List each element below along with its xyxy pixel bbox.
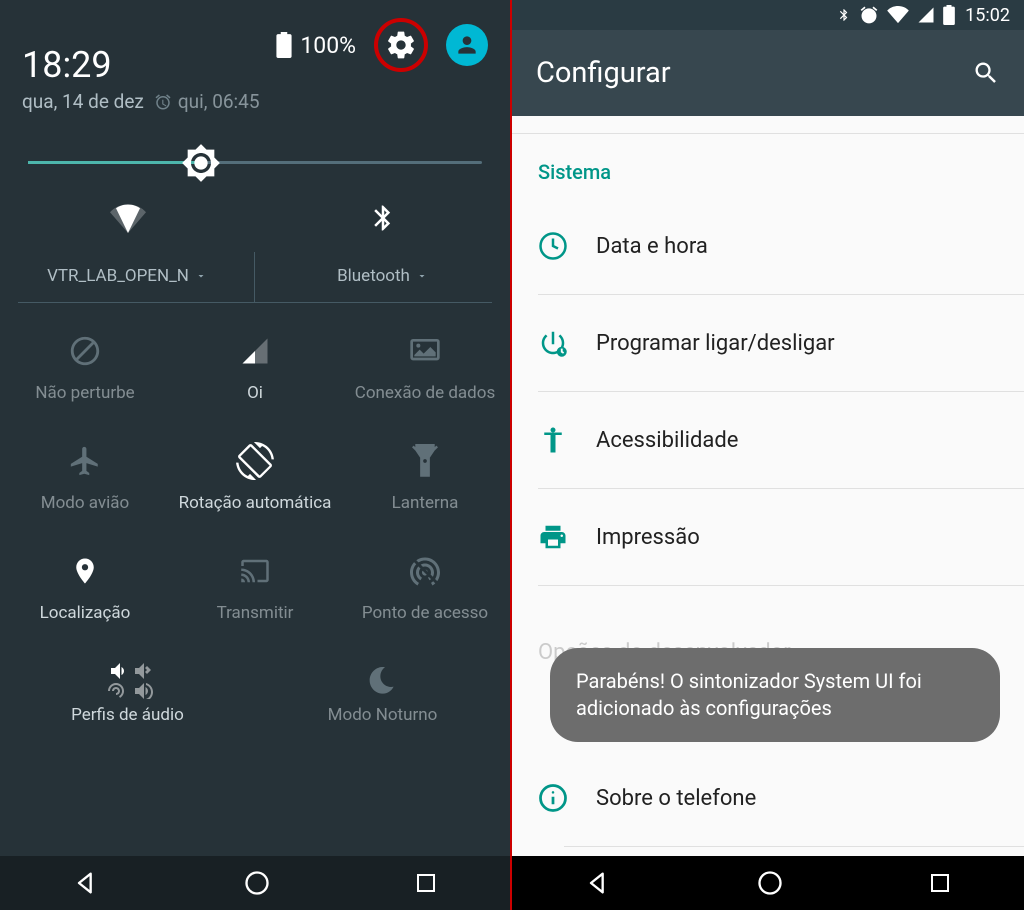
qs-header: 100% 18:29 qua, 14 de dez qui, 06:45 (0, 0, 510, 121)
brightness-icon (181, 143, 221, 183)
section-header-system: Sistema (512, 134, 1024, 198)
bluetooth-status-icon (837, 5, 851, 25)
home-button[interactable] (756, 869, 784, 897)
signal-tile[interactable]: Oi (170, 303, 340, 413)
signal-status-icon (917, 6, 935, 24)
data-label: Conexão de dados (355, 383, 495, 403)
brightness-slider[interactable] (0, 121, 510, 174)
back-button[interactable] (584, 869, 612, 897)
dnd-label: Não perturbe (35, 383, 134, 403)
back-button[interactable] (72, 869, 100, 897)
signal-icon (240, 336, 270, 366)
signal-label: Oi (247, 383, 263, 403)
search-button[interactable] (972, 59, 1000, 87)
bluetooth-dropdown[interactable]: Bluetooth (255, 252, 510, 302)
wifi-icon (110, 200, 146, 236)
status-time: 15:02 (965, 5, 1010, 26)
data-tile[interactable]: Conexão de dados (340, 303, 510, 413)
audio-icon (100, 659, 156, 699)
settings-item-accessibility[interactable]: Acessibilidade (512, 392, 1024, 488)
user-avatar[interactable] (446, 24, 488, 66)
recents-button[interactable] (928, 871, 952, 895)
battery-percent: 100% (300, 32, 356, 59)
person-icon (454, 32, 480, 58)
cast-tile[interactable]: Transmitir (170, 523, 340, 633)
battery-indicator: 100% (276, 32, 356, 59)
navigation-bar (0, 856, 510, 910)
flashlight-label: Lanterna (392, 493, 459, 513)
airplane-label: Modo avião (41, 493, 129, 513)
recents-button[interactable] (414, 871, 438, 895)
chevron-down-icon (416, 270, 428, 282)
hotspot-icon (407, 553, 443, 589)
print-icon (538, 522, 568, 552)
settings-item-about[interactable]: Sobre o telefone (512, 750, 1024, 846)
home-button[interactable] (243, 869, 271, 897)
hotspot-tile[interactable]: Ponto de acesso (340, 523, 510, 633)
settings-button-highlight (374, 18, 428, 72)
location-label: Localização (40, 603, 131, 623)
wifi-tile[interactable] (0, 184, 255, 252)
settings-screen: 15:02 Configurar Sistema Data e hora Pro… (512, 0, 1024, 910)
accessibility-label: Acessibilidade (596, 428, 738, 453)
bluetooth-label: Bluetooth (337, 266, 410, 286)
wifi-status-icon (887, 6, 909, 24)
moon-icon (367, 663, 399, 695)
schedule-label: Programar ligar/desligar (596, 331, 835, 356)
settings-item-schedule[interactable]: Programar ligar/desligar (512, 295, 1024, 391)
battery-icon (276, 32, 292, 58)
datetime-label: Data e hora (596, 234, 708, 259)
alarm-indicator: qui, 06:45 (154, 90, 260, 113)
info-icon (538, 783, 568, 813)
bluetooth-tile[interactable] (255, 184, 510, 252)
alarm-icon (154, 93, 172, 111)
date-text: qua, 14 de dez (22, 90, 144, 113)
power-schedule-icon (538, 328, 568, 358)
gear-icon[interactable] (385, 29, 417, 61)
night-mode-tile[interactable]: Modo Noturno (255, 645, 510, 733)
dnd-tile[interactable]: Não perturbe (0, 303, 170, 413)
status-bar: 15:02 (512, 0, 1024, 30)
dnd-icon (68, 334, 102, 368)
accessibility-icon (538, 425, 568, 455)
about-label: Sobre o telefone (596, 786, 756, 811)
flashlight-icon (410, 444, 440, 478)
battery-status-icon (943, 5, 955, 25)
night-label: Modo Noturno (328, 705, 438, 725)
toast-message: Parabéns! O sintonizador System UI foi a… (550, 648, 1000, 742)
settings-item-datetime[interactable]: Data e hora (512, 198, 1024, 294)
app-bar: Configurar (512, 30, 1024, 116)
flashlight-tile[interactable]: Lanterna (340, 413, 510, 523)
audio-profiles-tile[interactable]: Perfis de áudio (0, 645, 255, 733)
cast-label: Transmitir (217, 603, 294, 623)
airplane-icon (68, 444, 102, 478)
rotation-tile[interactable]: Rotação automática (170, 413, 340, 523)
hotspot-label: Ponto de acesso (362, 603, 488, 623)
wifi-label: VTR_LAB_OPEN_N (47, 266, 189, 286)
clock-icon (538, 231, 568, 261)
date-row: qua, 14 de dez qui, 06:45 (22, 90, 488, 113)
location-tile[interactable]: Localização (0, 523, 170, 633)
cast-icon (237, 556, 273, 586)
navigation-bar (512, 856, 1024, 910)
rotation-icon (236, 442, 274, 480)
quick-settings-panel: 100% 18:29 qua, 14 de dez qui, 06:45 (0, 0, 512, 910)
search-icon (972, 59, 1000, 87)
page-title: Configurar (536, 56, 671, 90)
chevron-down-icon (195, 270, 207, 282)
wifi-dropdown[interactable]: VTR_LAB_OPEN_N (0, 252, 255, 302)
audio-label: Perfis de áudio (71, 705, 184, 725)
location-icon (70, 553, 100, 589)
data-icon (409, 337, 441, 365)
printing-label: Impressão (596, 525, 700, 550)
alarm-text: qui, 06:45 (178, 90, 260, 113)
bluetooth-icon (368, 203, 398, 233)
rotation-label: Rotação automática (179, 493, 332, 513)
alarm-status-icon (859, 5, 879, 25)
airplane-tile[interactable]: Modo avião (0, 413, 170, 523)
settings-item-printing[interactable]: Impressão (512, 489, 1024, 585)
